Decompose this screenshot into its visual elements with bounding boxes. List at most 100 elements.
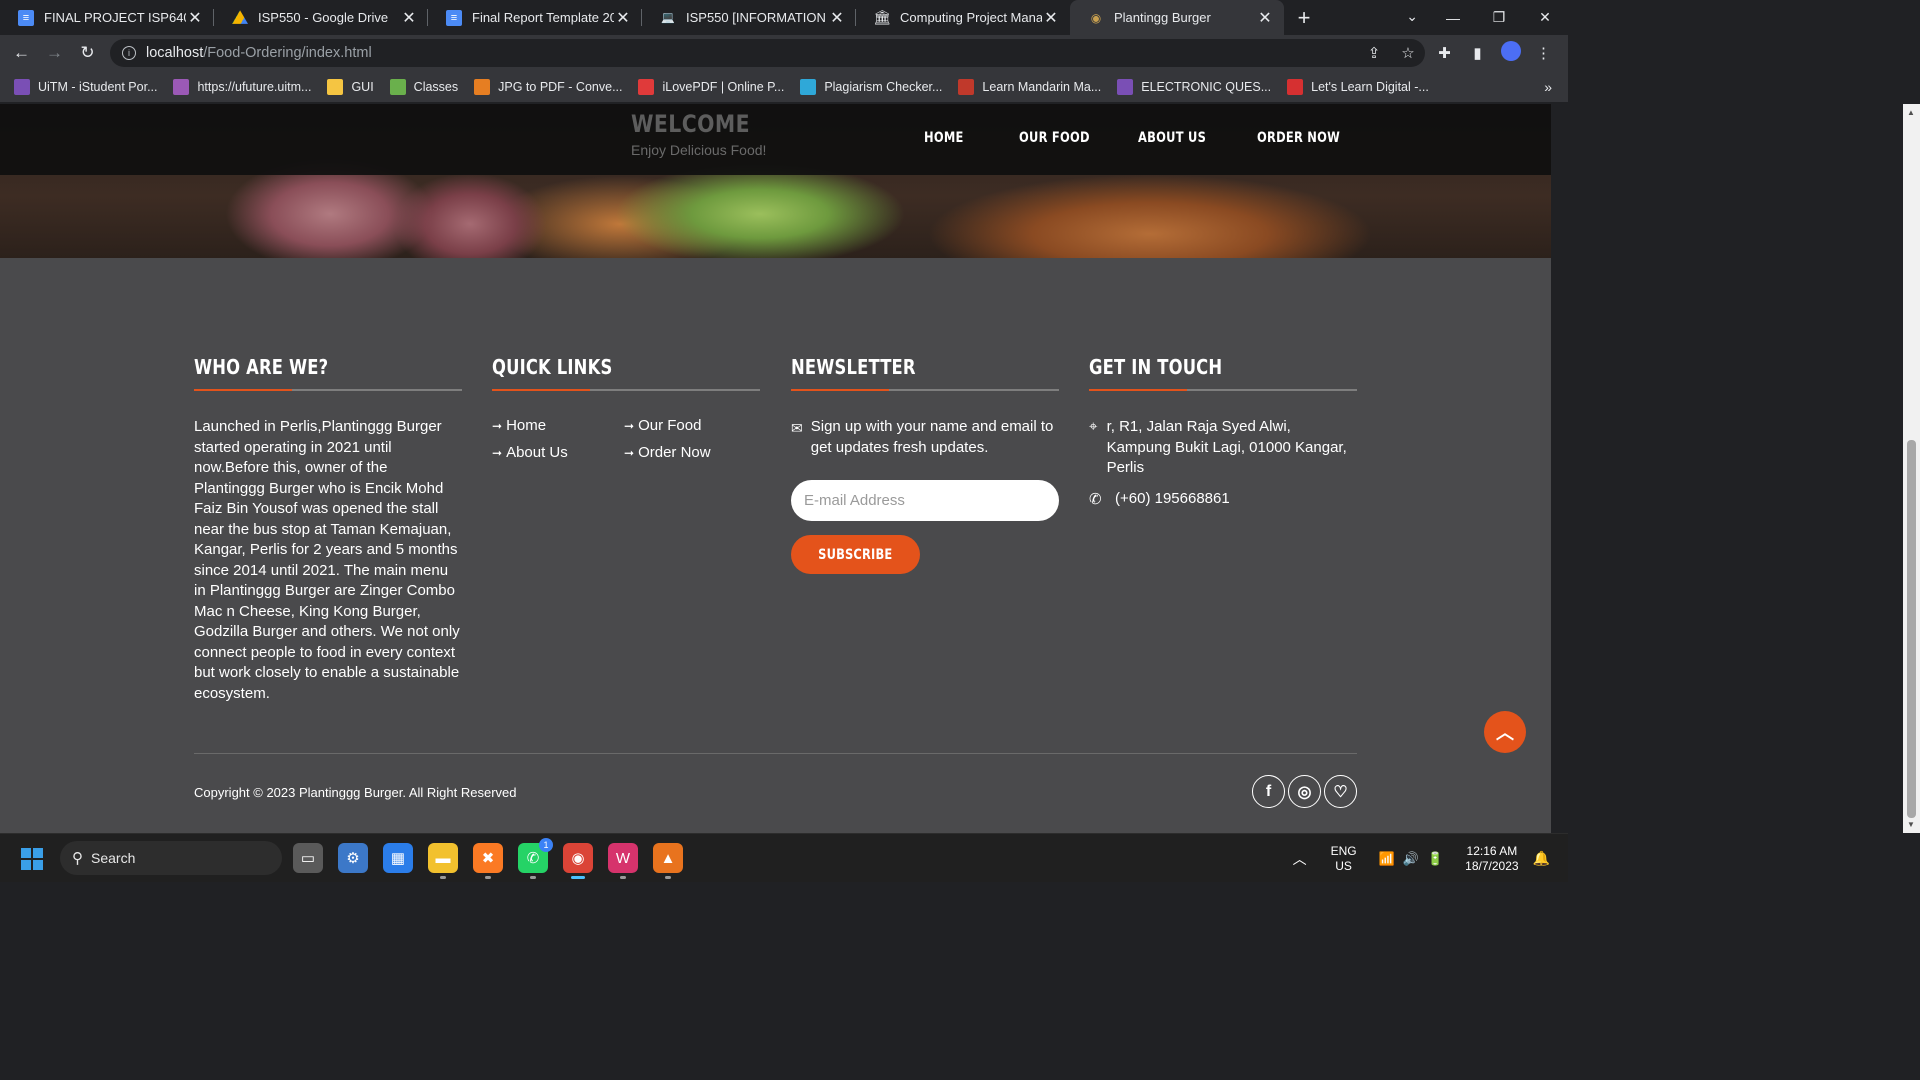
lang-line1: ENG: [1330, 843, 1357, 858]
windows-start-icon[interactable]: [21, 848, 43, 870]
heading-divider: [791, 389, 1059, 391]
tab-title: Computing Project Manage: [900, 10, 1042, 25]
notification-icon[interactable]: 🔔: [1533, 850, 1550, 867]
facebook-icon[interactable]: f: [1252, 775, 1285, 808]
bookmark-item[interactable]: Learn Mandarin Ma...: [958, 78, 1101, 95]
taskbar-search[interactable]: ⚲ Search: [60, 841, 282, 875]
page-scrollbar[interactable]: ▲ ▼: [1903, 104, 1920, 833]
side-panel-icon[interactable]: ▮: [1461, 44, 1494, 62]
language-indicator[interactable]: ENG US: [1331, 844, 1357, 874]
contact-phone: ✆ (+60) 195668861: [1089, 489, 1357, 510]
taskbar: ⚲ Search ▭ ⚙ ▦ ▬ ✖ ✆ 1 ◉ W ▲ ︿ ENG US 📶🔊🔋 12:16 A…: [0, 833, 1568, 882]
bookmark-item[interactable]: Classes: [389, 78, 458, 95]
footer-link-our-food[interactable]: ➞ Our Food: [624, 417, 756, 434]
footer-link-order-now[interactable]: ➞ Order Now: [624, 444, 756, 461]
bookmarks-overflow-icon[interactable]: »: [1544, 79, 1552, 95]
whatsapp-icon[interactable]: ✆ 1: [518, 838, 553, 879]
newsletter-text: Sign up with your name and email to get …: [810, 418, 1054, 456]
quick-links-list: ➞ Home ➞ Our Food ➞ About Us ➞ Order Now: [492, 417, 760, 461]
restore-icon[interactable]: ❐: [1476, 0, 1522, 35]
tab-computing-project[interactable]: 🏛 Computing Project Manage ✕: [856, 0, 1070, 35]
bookmark-label: GUI: [351, 79, 374, 94]
bookmark-label: https://ufuture.uitm...: [197, 79, 312, 94]
bookmark-item[interactable]: Let's Learn Digital -...: [1287, 78, 1429, 95]
bookmark-item[interactable]: https://ufuture.uitm...: [173, 78, 312, 95]
running-indicator: [665, 876, 671, 879]
close-window-icon[interactable]: ✕: [1522, 0, 1568, 35]
nav-our-food[interactable]: OUR FOOD: [1019, 130, 1090, 146]
share-icon[interactable]: ⇪: [1357, 44, 1391, 62]
settings-icon[interactable]: ⚙: [338, 843, 368, 873]
bookmark-star-icon[interactable]: ☆: [1391, 44, 1425, 62]
forward-icon[interactable]: →: [38, 37, 71, 70]
tab-isp550-information[interactable]: 💻 ISP550 [INFORMATION SYS ✕: [642, 0, 856, 35]
close-tab-icon[interactable]: ✕: [400, 8, 418, 28]
instagram-icon[interactable]: ◎: [1288, 775, 1321, 808]
site-info-icon[interactable]: i: [122, 46, 136, 60]
back-to-top-button[interactable]: ︿: [1484, 711, 1526, 753]
reload-icon[interactable]: ↻: [71, 37, 104, 70]
scrollbar-thumb[interactable]: [1907, 440, 1916, 818]
back-icon[interactable]: ←: [5, 37, 38, 70]
footer-about: WHO ARE WE? Launched in Perlis,Plantingg…: [194, 355, 462, 704]
clock-time: 12:16 AM: [1466, 843, 1518, 858]
contact-heading: GET IN TOUCH: [1089, 355, 1223, 379]
bookmark-item[interactable]: iLovePDF | Online P...: [638, 78, 784, 95]
bookmark-favicon-icon: [1117, 78, 1134, 95]
bookmark-item[interactable]: GUI: [327, 78, 374, 95]
bookmarks-bar: UiTM - iStudent Por... https://ufuture.ui…: [0, 71, 1568, 103]
footer-link-about-us[interactable]: ➞ About Us: [492, 444, 624, 461]
store-icon[interactable]: ▦: [383, 843, 413, 873]
burger-icon: ◉: [1090, 10, 1102, 25]
heading-divider: [194, 389, 462, 391]
scroll-up-arrow-icon[interactable]: ▲: [1907, 108, 1915, 117]
wps-icon[interactable]: W: [608, 843, 638, 879]
link-label: Home: [506, 417, 547, 434]
tab-google-drive[interactable]: ISP550 - Google Drive ✕: [214, 0, 428, 35]
chevron-up-icon[interactable]: ︿: [1293, 849, 1307, 869]
close-tab-icon[interactable]: ✕: [1256, 8, 1274, 28]
close-tab-icon[interactable]: ✕: [828, 8, 846, 28]
bookmark-item[interactable]: UiTM - iStudent Por...: [14, 78, 157, 95]
footer-contact: GET IN TOUCH ⌖ r, R1, Jalan Raja Syed Al…: [1089, 355, 1357, 509]
close-tab-icon[interactable]: ✕: [186, 8, 204, 28]
profile-avatar[interactable]: [1494, 41, 1527, 65]
chrome-icon[interactable]: ◉: [563, 843, 593, 879]
scroll-down-arrow-icon[interactable]: ▼: [1907, 820, 1915, 829]
footer-divider: [194, 753, 1357, 754]
close-tab-icon[interactable]: ✕: [614, 8, 632, 28]
extensions-icon[interactable]: ✚: [1428, 44, 1461, 62]
site-footer: WHO ARE WE? Launched in Perlis,Plantingg…: [0, 258, 1551, 833]
task-view-icon[interactable]: ▭: [293, 843, 323, 873]
tab-title: Final Report Template 2023: [472, 10, 614, 25]
envelope-open-icon: ✉: [791, 420, 803, 436]
nav-order-now[interactable]: ORDER NOW: [1257, 130, 1340, 146]
nav-about-us[interactable]: ABOUT US: [1138, 130, 1206, 146]
subscribe-button[interactable]: SUBSCRIBE: [791, 535, 920, 574]
link-label: Our Food: [638, 417, 702, 434]
nav-home[interactable]: HOME: [924, 130, 964, 146]
tab-plantingg-burger[interactable]: ◉ Plantingg Burger ✕: [1070, 0, 1284, 35]
tab-final-report[interactable]: ≡ Final Report Template 2023 ✕: [428, 0, 642, 35]
xampp-icon[interactable]: ✖: [473, 843, 503, 879]
footer-link-home[interactable]: ➞ Home: [492, 417, 624, 434]
heart-icon[interactable]: ♡: [1324, 775, 1357, 808]
bookmark-item[interactable]: ELECTRONIC QUES...: [1117, 78, 1271, 95]
email-field[interactable]: [791, 480, 1059, 521]
network-volume-battery-icons[interactable]: 📶🔊🔋: [1379, 851, 1452, 867]
archive-icon[interactable]: ▲: [653, 843, 683, 879]
search-label: Search: [91, 850, 136, 866]
bookmark-item[interactable]: Plagiarism Checker...: [800, 78, 942, 95]
bookmark-item[interactable]: JPG to PDF - Conve...: [474, 78, 622, 95]
phone-icon: ✆: [1089, 490, 1102, 508]
new-tab-button[interactable]: +: [1284, 0, 1324, 35]
menu-icon[interactable]: ⋮: [1527, 44, 1560, 62]
file-explorer-icon[interactable]: ▬: [428, 843, 458, 879]
tab-title: FINAL PROJECT ISP640 - Go: [44, 10, 186, 25]
tab-final-project[interactable]: ≡ FINAL PROJECT ISP640 - Go ✕: [0, 0, 214, 35]
close-tab-icon[interactable]: ✕: [1042, 8, 1060, 28]
minimize-icon[interactable]: —: [1430, 0, 1476, 35]
address-bar[interactable]: i localhost/Food-Ordering/index.html ⇪ ☆: [110, 39, 1425, 67]
clock[interactable]: 12:16 AM 18/7/2023: [1465, 844, 1518, 874]
tab-search-icon[interactable]: ⌄: [1406, 8, 1418, 25]
